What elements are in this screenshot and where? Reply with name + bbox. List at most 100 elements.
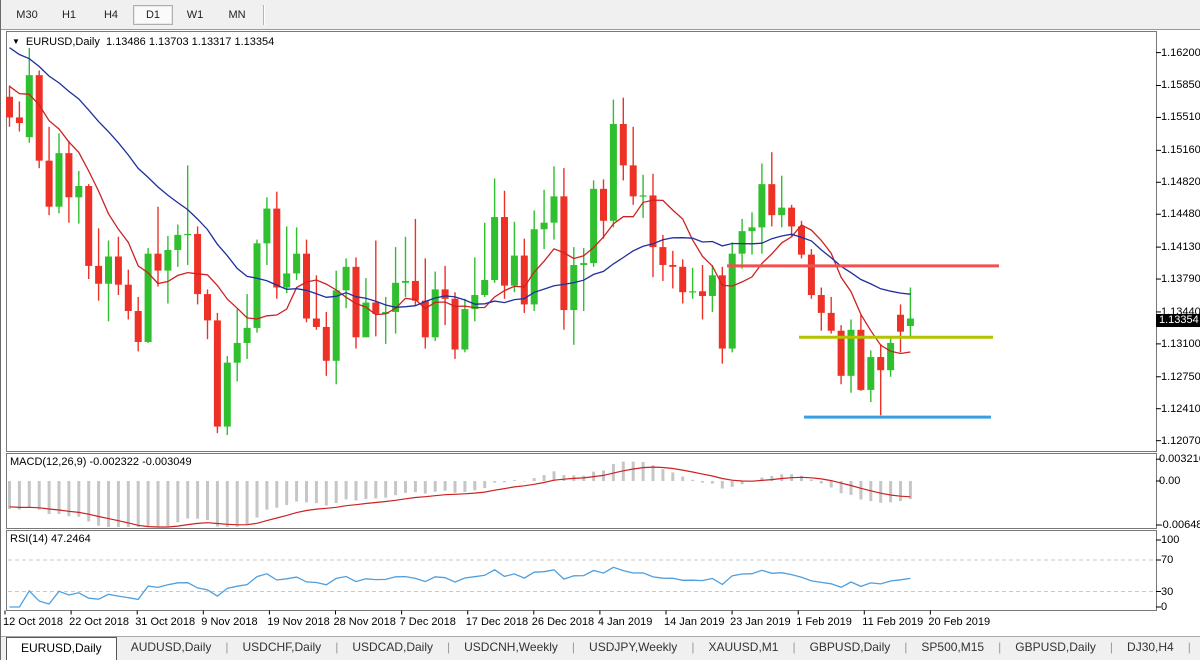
candle: [432, 272, 439, 342]
chart-tab-sp500-m15[interactable]: SP500,M15: [907, 637, 998, 660]
chart-tab-tech10[interactable]: TECH10: [1191, 637, 1200, 660]
timeframe-button-h4[interactable]: H4: [91, 5, 131, 25]
candle: [471, 257, 478, 321]
timeframe-buttons: M30H1H4D1W1MN: [6, 5, 258, 25]
candle: [857, 315, 864, 391]
price-tick-label: 1.15510: [1161, 111, 1200, 123]
chart-tab-dj30-h4[interactable]: DJ30,H4: [1113, 637, 1188, 660]
candle: [323, 312, 330, 376]
candle-body: [65, 153, 72, 197]
candle-body: [907, 319, 914, 327]
chart-tab-usdjpy-weekly[interactable]: USDJPY,Weekly: [575, 637, 691, 660]
rsi-tick-label: 30: [1161, 586, 1173, 598]
candle-body: [16, 117, 23, 123]
candle-body: [442, 289, 449, 298]
timeframe-button-d1[interactable]: D1: [133, 5, 173, 25]
candle: [481, 223, 488, 297]
candle: [788, 205, 795, 237]
candle: [541, 190, 548, 249]
candle-body: [749, 227, 756, 231]
candle: [758, 163, 765, 253]
date-tick-label: 1 Feb 2019: [796, 616, 852, 628]
candle-body: [501, 217, 508, 286]
price-tick-label: 1.14130: [1161, 241, 1200, 253]
candle: [85, 184, 92, 279]
candle-body: [36, 75, 43, 161]
candle-body: [313, 319, 320, 327]
chart-tab-gbpusd-daily[interactable]: GBPUSD,Daily: [1001, 637, 1110, 660]
candle-body: [26, 75, 33, 137]
candle: [729, 242, 736, 352]
candle-body: [125, 285, 132, 311]
candles-layer[interactable]: [6, 48, 914, 435]
candle-body: [709, 275, 716, 296]
chart-tab-xauusd-m1[interactable]: XAUUSD,M1: [694, 637, 792, 660]
candle-body: [343, 267, 350, 290]
candle: [115, 237, 122, 295]
chart-tabs: EURUSD,DailyAUDUSD,Daily|USDCHF,Daily|US…: [0, 637, 1200, 660]
candle: [491, 179, 498, 283]
timeframe-button-h1[interactable]: H1: [49, 5, 89, 25]
chart-tab-gbpusd-daily[interactable]: GBPUSD,Daily: [796, 637, 905, 660]
macd-tick-label: 0.00: [1159, 475, 1180, 487]
candle-body: [135, 311, 142, 342]
chart-tab-audusd-daily[interactable]: AUDUSD,Daily: [117, 637, 226, 660]
symbol-label: EURUSD,Daily: [26, 36, 100, 48]
candle: [907, 288, 914, 339]
candle-body: [194, 234, 201, 294]
candle: [95, 228, 102, 300]
candle: [620, 98, 627, 181]
chart-tab-usdchf-daily[interactable]: USDCHF,Daily: [229, 637, 336, 660]
candle-body: [620, 124, 627, 165]
price-tick-label: 1.12410: [1161, 403, 1200, 415]
candle: [204, 289, 211, 339]
candle-body: [273, 209, 280, 288]
candle-body: [828, 313, 835, 331]
candle: [412, 219, 419, 305]
candle-body: [689, 291, 696, 292]
candle-body: [818, 295, 825, 313]
rsi-line: [10, 567, 911, 607]
candle: [808, 249, 815, 299]
rsi-indicator-label: RSI(14) 47.2464: [10, 533, 91, 545]
candle-body: [234, 343, 241, 363]
candle-body: [669, 265, 676, 267]
chart-canvas[interactable]: [0, 30, 1200, 660]
candle-body: [758, 184, 765, 227]
candle: [551, 166, 558, 239]
timeframe-button-mn[interactable]: MN: [217, 5, 257, 25]
candle-body: [184, 234, 191, 235]
candle: [184, 165, 191, 265]
candle: [372, 241, 379, 337]
macd-signal-line: [10, 467, 911, 527]
rsi-tick-label: 70: [1161, 554, 1173, 566]
candle-body: [164, 250, 171, 271]
candle-body: [699, 291, 706, 296]
candle: [174, 225, 181, 267]
candle: [828, 297, 835, 334]
candle-body: [263, 209, 270, 244]
date-tick-label: 19 Nov 2018: [267, 616, 329, 628]
candle-body: [768, 184, 775, 215]
chevron-down-icon[interactable]: ▼: [12, 37, 20, 46]
chart-tab-usdcad-daily[interactable]: USDCAD,Daily: [338, 637, 447, 660]
candle: [768, 152, 775, 226]
chart-symbol-header: ▼EURUSD,Daily 1.13486 1.13703 1.13317 1.…: [12, 36, 274, 48]
candle-body: [481, 280, 488, 295]
timeframe-button-w1[interactable]: W1: [175, 5, 215, 25]
chart-tab-usdcnh-weekly[interactable]: USDCNH,Weekly: [450, 637, 572, 660]
chart-tab-eurusd-daily[interactable]: EURUSD,Daily: [6, 637, 117, 660]
candle-body: [650, 195, 657, 247]
candle-body: [46, 161, 53, 207]
timeframe-button-m30[interactable]: M30: [7, 5, 47, 25]
candle-body: [145, 254, 152, 342]
chart-area[interactable]: ▼EURUSD,Daily 1.13486 1.13703 1.13317 1.…: [0, 30, 1200, 636]
candle-body: [6, 97, 13, 118]
candle-body: [115, 257, 122, 285]
candle: [659, 235, 666, 281]
candle: [263, 197, 270, 265]
candle: [501, 191, 508, 299]
rsi-tick-label: 100: [1161, 534, 1179, 546]
candle-body: [610, 124, 617, 221]
candle-body: [402, 281, 409, 283]
